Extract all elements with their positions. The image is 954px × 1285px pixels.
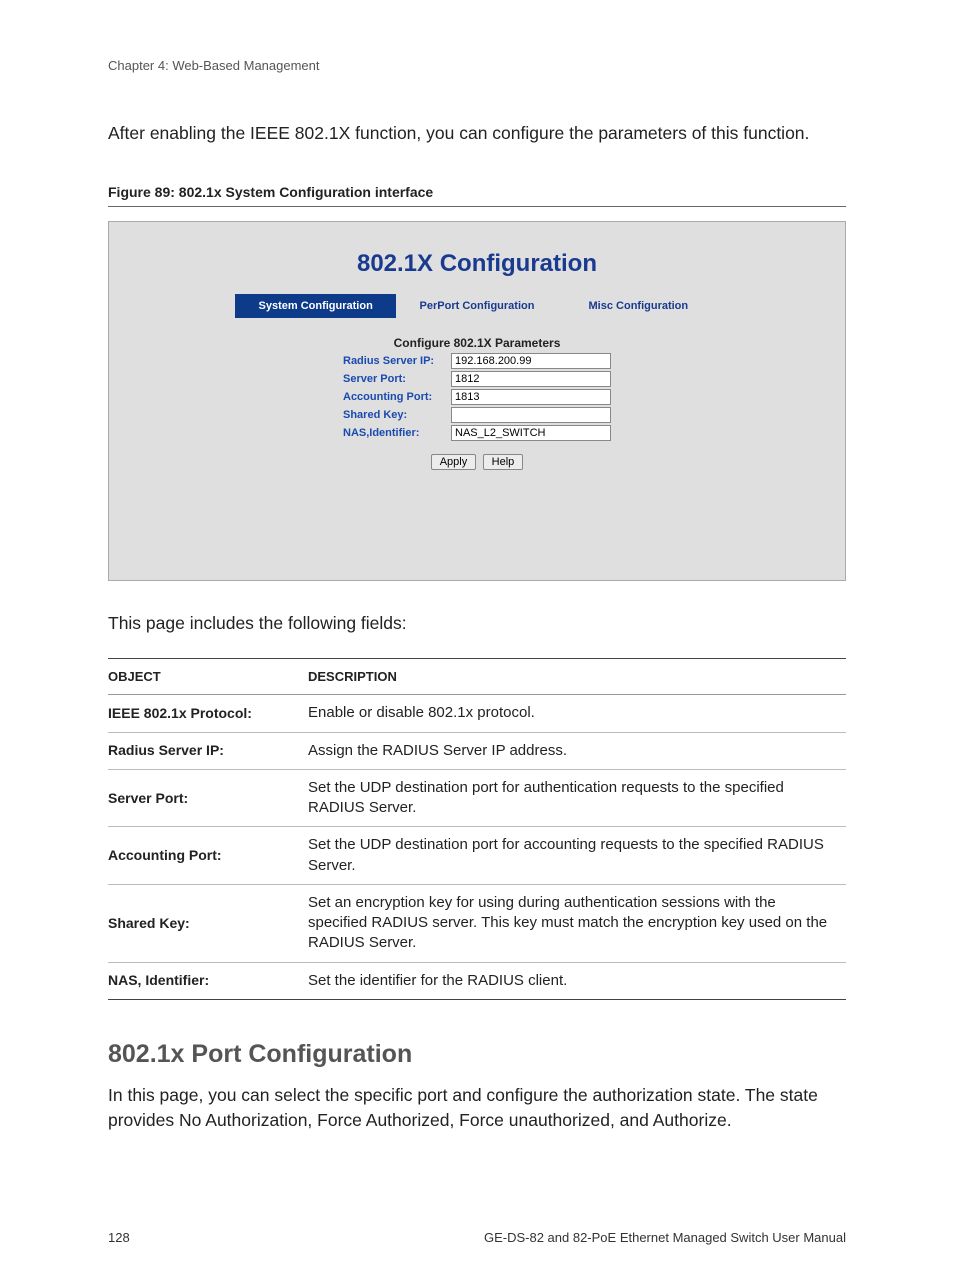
input-server-port[interactable] (451, 371, 611, 387)
chapter-header: Chapter 4: Web-Based Management (108, 58, 846, 73)
table-row: IEEE 802.1x Protocol: Enable or disable … (108, 695, 846, 732)
figure-rule (108, 206, 846, 207)
row-radius-server-ip: Radius Server IP: (341, 352, 613, 370)
col-object: OBJECT (108, 659, 308, 695)
table-row: Accounting Port: Set the UDP destination… (108, 827, 846, 885)
cell-description: Assign the RADIUS Server IP address. (308, 732, 846, 769)
label-accounting-port: Accounting Port: (341, 388, 449, 406)
section-body: In this page, you can select the specifi… (108, 1083, 846, 1134)
table-row: NAS, Identifier: Set the identifier for … (108, 962, 846, 999)
apply-button[interactable]: Apply (431, 454, 477, 470)
cell-object: Radius Server IP: (108, 732, 308, 769)
input-accounting-port[interactable] (451, 389, 611, 405)
cell-description: Set the UDP destination port for account… (308, 827, 846, 885)
label-radius-server-ip: Radius Server IP: (341, 352, 449, 370)
tab-misc-configuration[interactable]: Misc Configuration (558, 294, 719, 318)
table-row: Server Port: Set the UDP destination por… (108, 769, 846, 827)
col-description: DESCRIPTION (308, 659, 846, 695)
fields-table: OBJECT DESCRIPTION IEEE 802.1x Protocol:… (108, 658, 846, 1000)
config-screenshot: 802.1X Configuration System Configuratio… (108, 221, 846, 581)
help-button[interactable]: Help (483, 454, 524, 470)
cell-object: Shared Key: (108, 884, 308, 962)
cell-object: Server Port: (108, 769, 308, 827)
manual-title: GE-DS-82 and 82-PoE Ethernet Managed Swi… (484, 1230, 846, 1245)
figure-caption: Figure 89: 802.1x System Configuration i… (108, 184, 846, 200)
params-heading: Configure 802.1X Parameters (109, 336, 845, 350)
input-nas-identifier[interactable] (451, 425, 611, 441)
params-table: Radius Server IP: Server Port: Accountin… (341, 352, 613, 442)
row-accounting-port: Accounting Port: (341, 388, 613, 406)
tab-bar: System Configuration PerPort Configurati… (235, 294, 719, 318)
fields-intro: This page includes the following fields: (108, 613, 846, 634)
cell-description: Set an encryption key for using during a… (308, 884, 846, 962)
button-row: Apply Help (109, 452, 845, 470)
row-server-port: Server Port: (341, 370, 613, 388)
input-radius-server-ip[interactable] (451, 353, 611, 369)
cell-object: NAS, Identifier: (108, 962, 308, 999)
intro-paragraph: After enabling the IEEE 802.1X function,… (108, 121, 846, 146)
cell-description: Set the UDP destination port for authent… (308, 769, 846, 827)
section-heading: 802.1x Port Configuration (108, 1040, 846, 1069)
page-footer: 128 GE-DS-82 and 82-PoE Ethernet Managed… (108, 1230, 846, 1245)
label-server-port: Server Port: (341, 370, 449, 388)
cell-object: Accounting Port: (108, 827, 308, 885)
tab-perport-configuration[interactable]: PerPort Configuration (396, 294, 557, 318)
row-nas-identifier: NAS,Identifier: (341, 424, 613, 442)
cell-object: IEEE 802.1x Protocol: (108, 695, 308, 732)
page-number: 128 (108, 1230, 130, 1245)
label-nas-identifier: NAS,Identifier: (341, 424, 449, 442)
row-shared-key: Shared Key: (341, 406, 613, 424)
input-shared-key[interactable] (451, 407, 611, 423)
label-shared-key: Shared Key: (341, 406, 449, 424)
cell-description: Set the identifier for the RADIUS client… (308, 962, 846, 999)
screenshot-title: 802.1X Configuration (109, 250, 845, 278)
tab-system-configuration[interactable]: System Configuration (235, 294, 396, 318)
table-row: Radius Server IP: Assign the RADIUS Serv… (108, 732, 846, 769)
table-row: Shared Key: Set an encryption key for us… (108, 884, 846, 962)
cell-description: Enable or disable 802.1x protocol. (308, 695, 846, 732)
